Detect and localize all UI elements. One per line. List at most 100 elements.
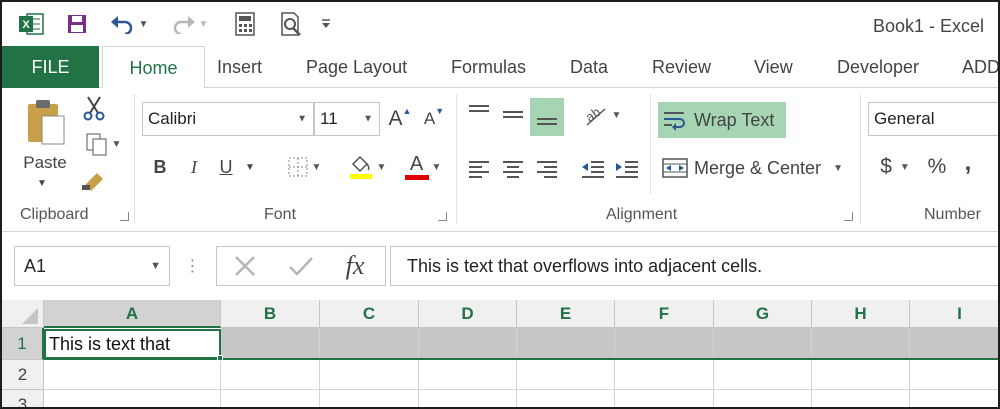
tab-view[interactable]: View (754, 46, 793, 88)
cell-a2[interactable] (44, 360, 221, 390)
column-header-g[interactable]: G (714, 300, 812, 328)
underline-button[interactable]: U (214, 150, 238, 184)
decrease-indent-icon[interactable] (578, 152, 608, 186)
comma-button[interactable]: , (958, 146, 978, 180)
column-header-c[interactable]: C (320, 300, 419, 328)
customize-qat-icon[interactable] (316, 10, 336, 38)
chevron-down-icon[interactable]: ▼ (32, 176, 52, 190)
redo-icon[interactable]: ▼ (166, 10, 212, 38)
align-top-icon[interactable] (464, 98, 494, 128)
row-header-2[interactable]: 2 (2, 360, 44, 390)
cell-e2[interactable] (517, 360, 615, 390)
cell-a1[interactable]: This is text that (44, 329, 221, 359)
fill-color-button[interactable]: ▼ (342, 150, 392, 184)
bold-button[interactable]: B (148, 150, 172, 184)
chevron-down-icon[interactable]: ▼ (139, 19, 149, 30)
font-color-button[interactable]: A ▼ (398, 150, 448, 184)
cell-g1[interactable] (714, 328, 812, 360)
cell-f1[interactable] (615, 328, 714, 360)
column-header-b[interactable]: B (221, 300, 320, 328)
cut-icon[interactable] (80, 94, 108, 122)
cell-e3[interactable] (517, 390, 615, 407)
save-icon[interactable] (62, 10, 92, 38)
font-name-combo[interactable]: Calibri ▼ (142, 102, 314, 136)
number-format-combo[interactable]: General (868, 102, 998, 136)
cell-i3[interactable] (910, 390, 998, 407)
italic-button[interactable]: I (182, 150, 206, 184)
cell-d2[interactable] (419, 360, 517, 390)
tab-formulas[interactable]: Formulas (451, 46, 526, 88)
clipboard-launcher-icon[interactable] (120, 212, 129, 221)
check-icon[interactable] (283, 251, 319, 281)
cell-c3[interactable] (320, 390, 419, 407)
cancel-icon[interactable] (227, 251, 263, 281)
percent-button[interactable]: % (922, 150, 952, 184)
chevron-down-icon[interactable]: ▼ (612, 110, 622, 121)
cell-d3[interactable] (419, 390, 517, 407)
chevron-down-icon[interactable]: ▼ (242, 150, 258, 184)
cell-f3[interactable] (615, 390, 714, 407)
cell-f2[interactable] (615, 360, 714, 390)
cell-i2[interactable] (910, 360, 998, 390)
cell-e1[interactable] (517, 328, 615, 360)
column-header-i[interactable]: I (910, 300, 998, 328)
align-center-icon[interactable] (498, 152, 528, 186)
tab-page-layout[interactable]: Page Layout (306, 46, 407, 88)
tab-developer[interactable]: Developer (837, 46, 919, 88)
cell-b1[interactable] (221, 328, 320, 360)
cell-c1[interactable] (320, 328, 419, 360)
format-painter-icon[interactable] (80, 166, 108, 194)
cell-b3[interactable] (221, 390, 320, 407)
alignment-launcher-icon[interactable] (844, 212, 853, 221)
chevron-down-icon[interactable]: ▼ (900, 162, 910, 173)
align-middle-icon[interactable] (498, 98, 528, 132)
chevron-down-icon[interactable]: ▼ (833, 163, 843, 174)
cell-i1[interactable] (910, 328, 998, 360)
increase-indent-icon[interactable] (612, 152, 642, 186)
orientation-button[interactable]: ab ▼ (578, 98, 626, 132)
borders-button[interactable]: ▼ (280, 150, 328, 184)
name-box[interactable]: A1 ▼ (14, 246, 170, 286)
select-all-button[interactable] (2, 300, 44, 328)
cell-d1[interactable] (419, 328, 517, 360)
undo-icon[interactable]: ▼ (106, 10, 152, 38)
align-bottom-icon[interactable] (530, 98, 564, 136)
merge-center-button[interactable]: Merge & Center ▼ (658, 150, 854, 186)
wrap-text-button[interactable]: Wrap Text (658, 102, 786, 138)
column-header-a[interactable]: A (44, 300, 221, 328)
tab-file[interactable]: FILE (2, 46, 99, 88)
tab-review[interactable]: Review (652, 46, 711, 88)
cell-a3[interactable] (44, 390, 221, 407)
chevron-down-icon[interactable]: ▼ (150, 260, 161, 272)
align-left-icon[interactable] (464, 152, 494, 186)
cell-c2[interactable] (320, 360, 419, 390)
grow-font-button[interactable]: A ▲ (386, 102, 414, 136)
cell-g2[interactable] (714, 360, 812, 390)
font-launcher-icon[interactable] (438, 212, 447, 221)
tab-data[interactable]: Data (570, 46, 608, 88)
copy-icon[interactable]: ▼ (80, 130, 126, 158)
chevron-down-icon[interactable]: ▼ (112, 139, 122, 150)
formula-input[interactable]: This is text that overflows into adjacen… (390, 246, 998, 286)
paste-button[interactable]: Paste (22, 152, 68, 174)
tab-home[interactable]: Home (102, 46, 205, 89)
shrink-font-button[interactable]: A ▼ (420, 102, 448, 136)
align-right-icon[interactable] (532, 152, 562, 186)
chevron-down-icon[interactable]: ▼ (312, 162, 322, 173)
cell-h2[interactable] (812, 360, 910, 390)
font-size-combo[interactable]: 11 ▼ (314, 102, 380, 136)
more-options-icon[interactable]: ⋮ (185, 250, 201, 282)
column-header-e[interactable]: E (517, 300, 615, 328)
chevron-down-icon[interactable]: ▼ (363, 114, 373, 125)
tab-add-ins[interactable]: ADD (962, 46, 998, 88)
currency-button[interactable]: $ ▼ (872, 150, 918, 184)
cell-g3[interactable] (714, 390, 812, 407)
chevron-down-icon[interactable]: ▼ (297, 114, 307, 125)
fill-handle[interactable] (217, 355, 223, 361)
cell-h3[interactable] (812, 390, 910, 407)
cell-h1[interactable] (812, 328, 910, 360)
chevron-down-icon[interactable]: ▼ (199, 19, 209, 30)
chevron-down-icon[interactable]: ▼ (377, 162, 387, 173)
print-preview-icon[interactable] (276, 10, 306, 38)
row-header-1[interactable]: 1 (2, 328, 44, 360)
